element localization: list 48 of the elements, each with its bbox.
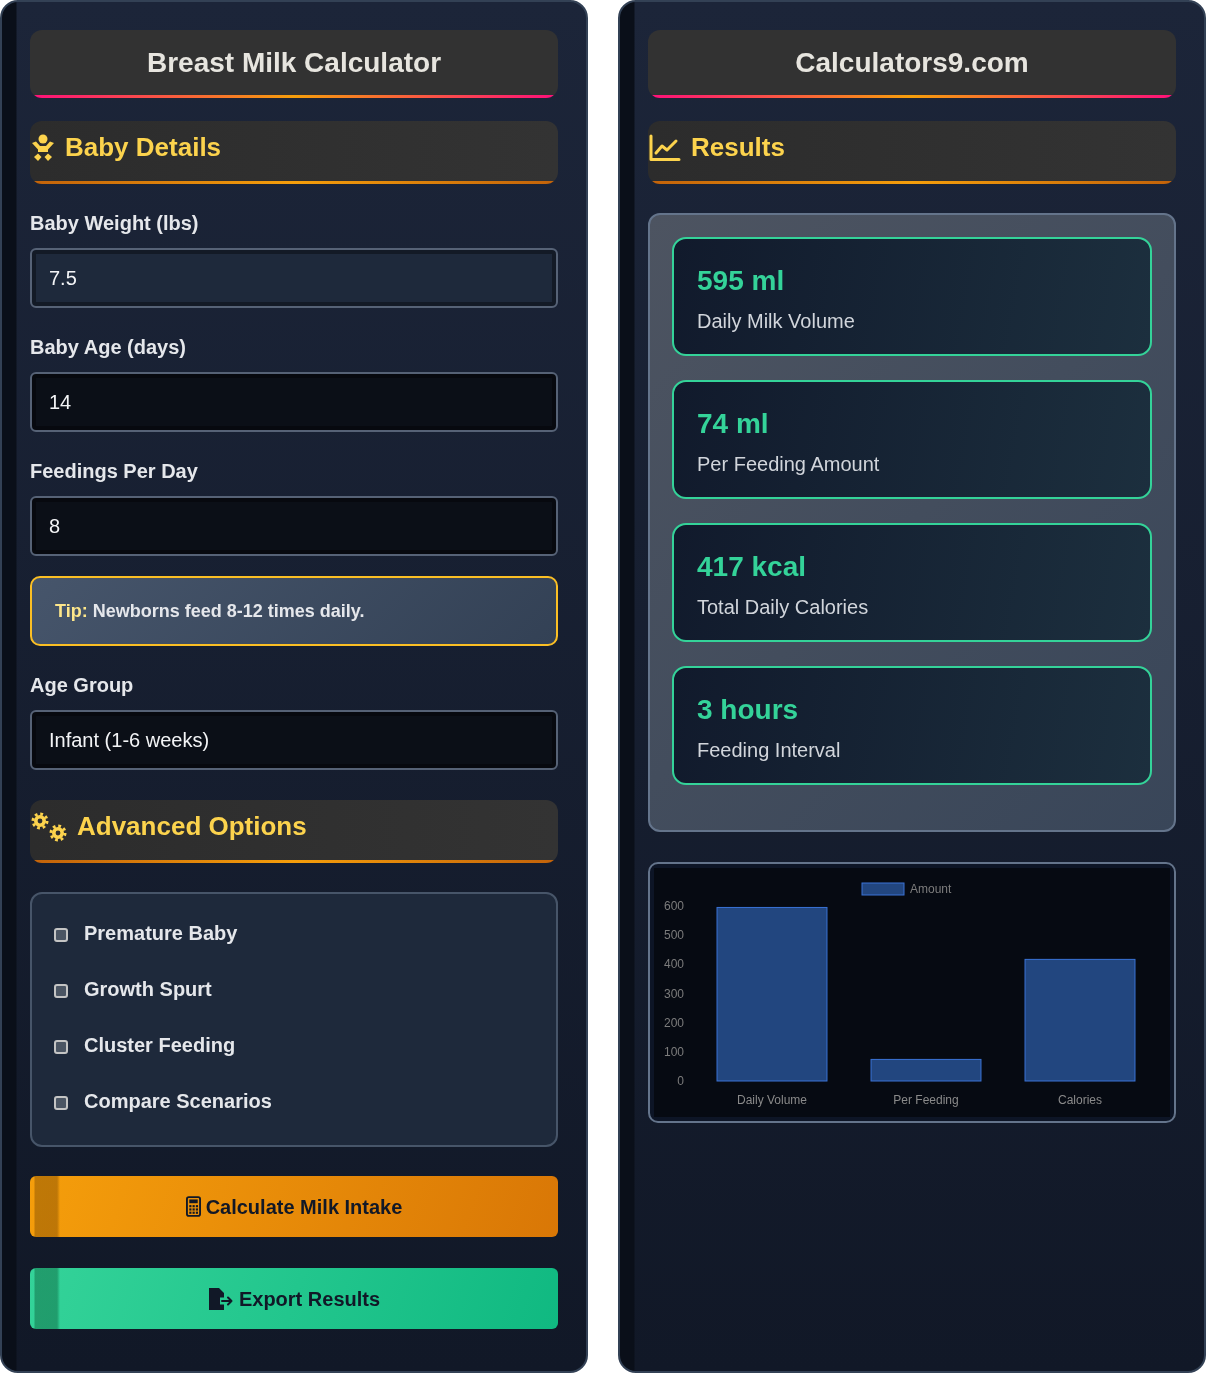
line-chart-icon — [649, 133, 681, 162]
axis-label: Per Feeding — [893, 1093, 959, 1107]
result-value: 595 ml — [697, 264, 785, 298]
section-title: Results — [691, 131, 785, 164]
axis-label: Daily Volume — [737, 1093, 807, 1107]
checkbox[interactable] — [54, 1096, 68, 1110]
field-label: Age Group — [30, 673, 134, 698]
calculate-button[interactable]: Calculate Milk Intake — [30, 1176, 558, 1237]
result-value: 3 hours — [697, 693, 799, 727]
export-button[interactable]: Export Results — [30, 1268, 558, 1329]
baby-icon — [31, 133, 55, 162]
result-label: Feeding Interval — [697, 738, 841, 763]
legend-label: Amount — [910, 882, 952, 896]
app-title: Breast Milk Calculator — [30, 30, 558, 98]
checkbox[interactable] — [54, 1040, 68, 1054]
axis-tick-label: 400 — [663, 957, 684, 972]
axis-tick-label: 100 — [663, 1044, 684, 1059]
input-field[interactable]: 14 — [30, 372, 558, 432]
dropdown[interactable]: Infant (1-6 weeks) — [30, 710, 558, 770]
result-value: 74 ml — [697, 407, 769, 441]
section-title: Advanced Options — [77, 810, 307, 843]
axis-tick-label: 600 — [663, 899, 684, 913]
field-label: Baby Weight (lbs) — [30, 211, 199, 236]
axis-tick-label: 0 — [677, 1074, 684, 1088]
checkbox-label: Compare Scenarios — [84, 1089, 272, 1114]
checkbox-label: Cluster Feeding — [84, 1033, 236, 1058]
result-label: Total Daily Calories — [697, 595, 869, 620]
file-export-icon — [207, 1287, 234, 1310]
checkbox[interactable] — [54, 984, 68, 998]
tip-message: Tip: Newborns feed 8-12 times daily. — [30, 576, 558, 646]
section-title: Baby Details — [65, 131, 222, 164]
axis-tick-label: 200 — [663, 1015, 684, 1030]
input-field[interactable]: 7.5 — [30, 248, 558, 308]
gears-icon — [31, 811, 67, 842]
field-label: Feedings Per Day — [30, 459, 198, 484]
checkbox[interactable] — [54, 928, 68, 942]
axis-label: Calories — [1058, 1093, 1102, 1107]
checkbox-label: Growth Spurt — [84, 977, 212, 1002]
field-label: Baby Age (days) — [30, 335, 186, 360]
axis-tick-label: 500 — [663, 928, 684, 943]
axis-tick-label: 300 — [663, 986, 684, 1001]
calculator-icon — [185, 1196, 201, 1217]
result-label: Daily Milk Volume — [697, 309, 855, 334]
result-value: 417 kcal — [697, 550, 806, 584]
input-field[interactable]: 8 — [30, 496, 558, 556]
result-label: Per Feeding Amount — [697, 452, 880, 477]
checkbox-label: Premature Baby — [84, 921, 238, 946]
app-title: Calculators9.com — [648, 30, 1176, 98]
